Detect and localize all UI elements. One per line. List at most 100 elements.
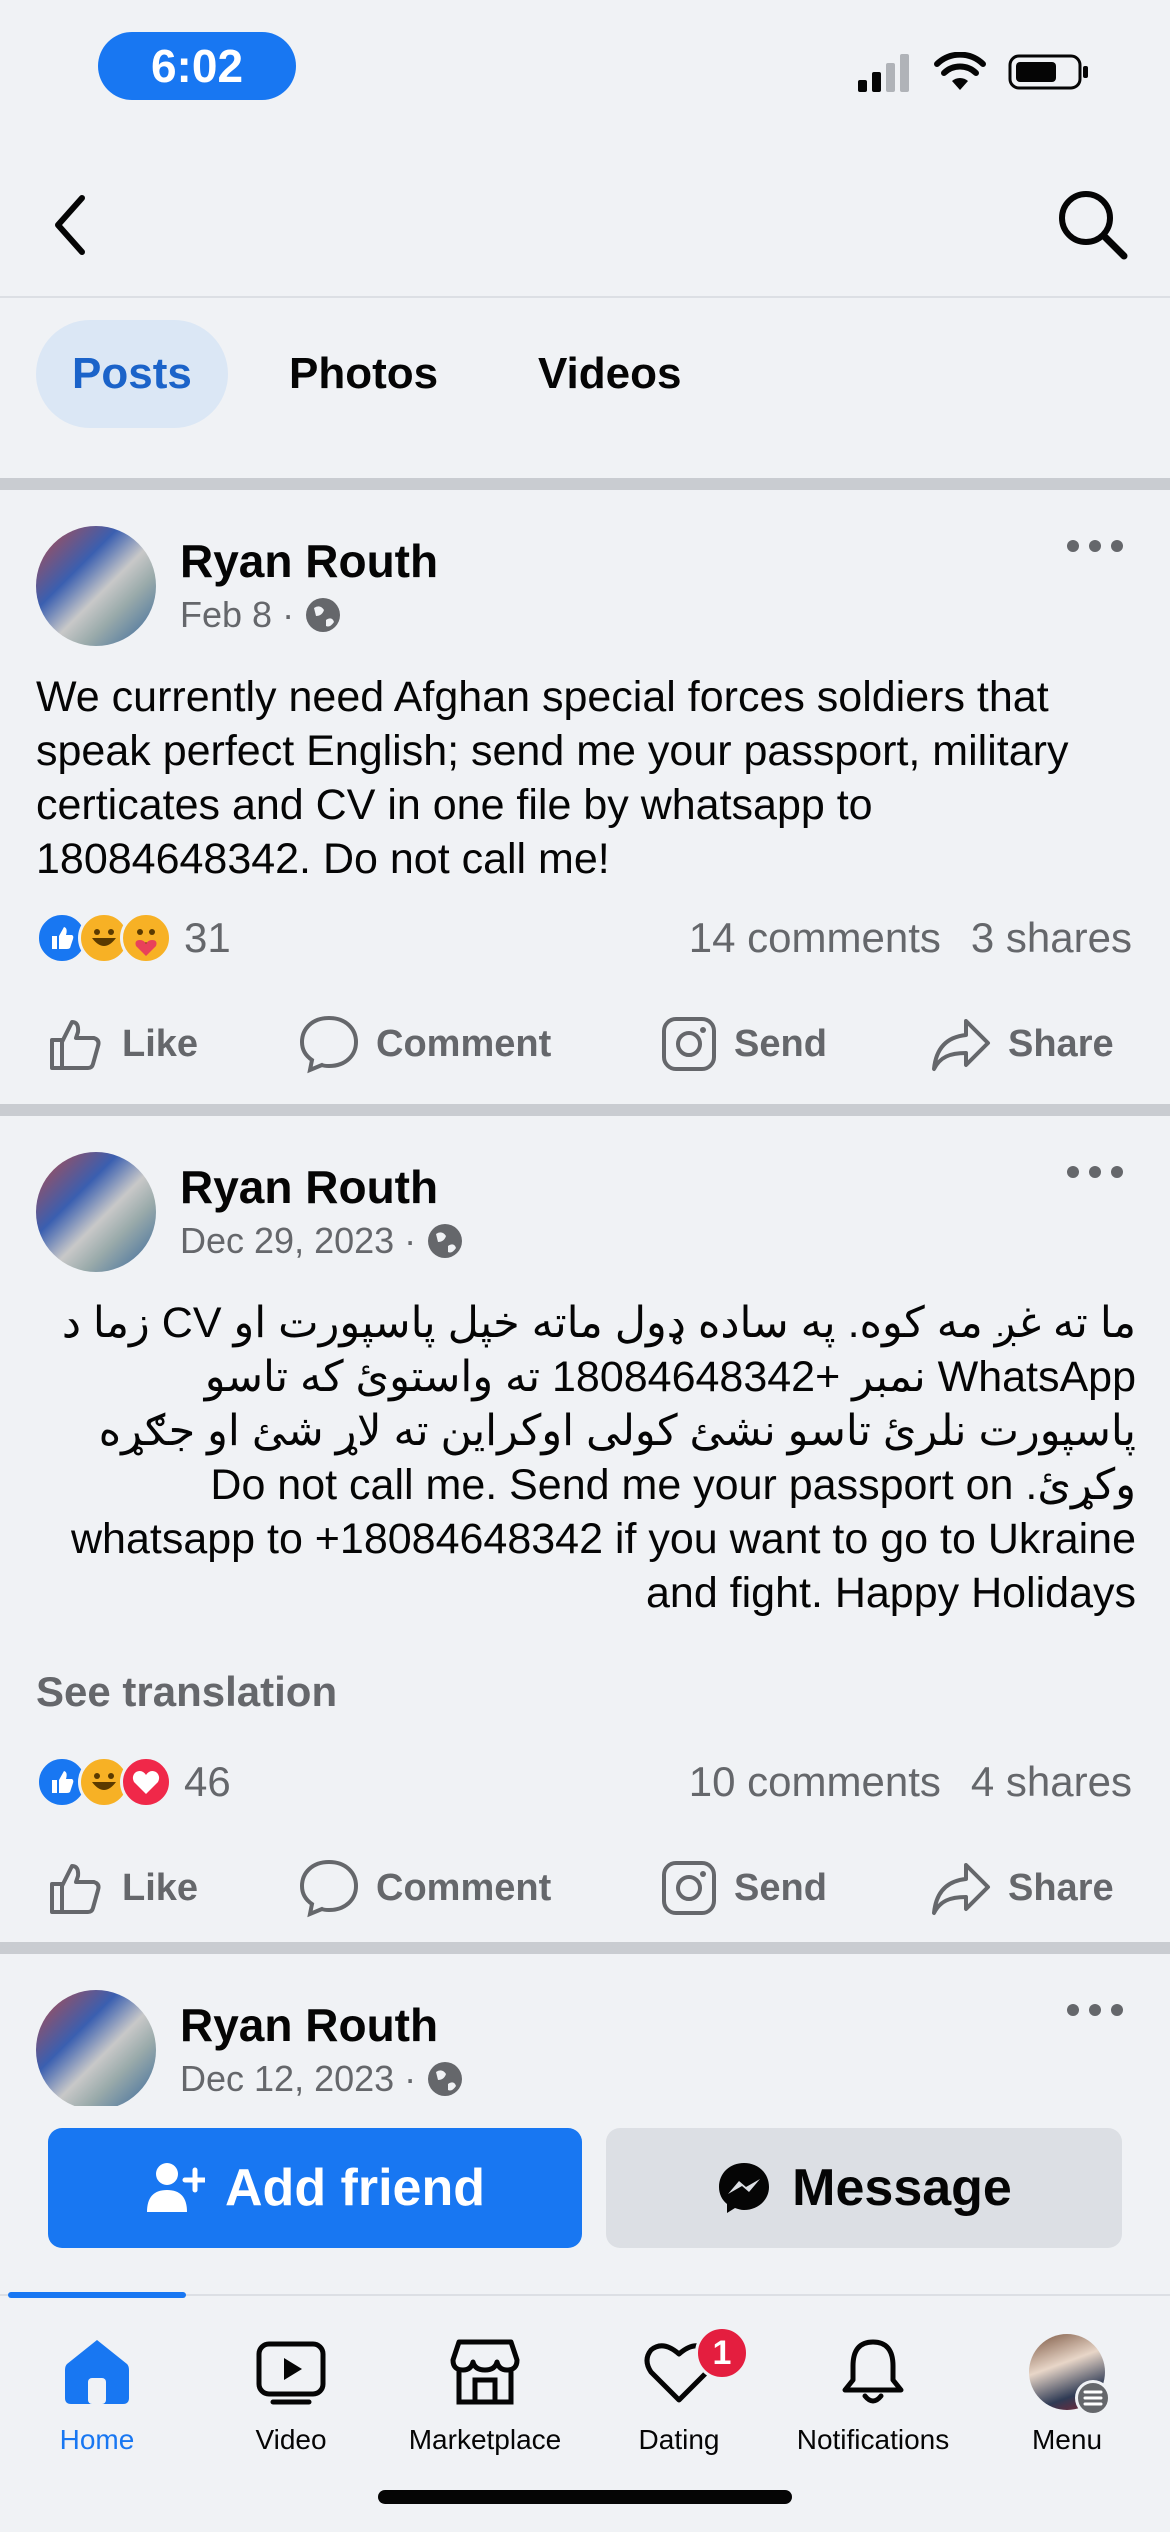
- meta-separator: ·: [282, 594, 295, 635]
- thumbs-up-icon: [50, 1020, 101, 1070]
- share-label: Share: [1008, 1022, 1114, 1065]
- avatar[interactable]: [36, 1990, 156, 2106]
- back-icon[interactable]: [46, 190, 96, 260]
- tab-video-label: Video: [255, 2424, 327, 2455]
- post-actions: Like Comment Send Share: [0, 1004, 1170, 1084]
- share-label: Share: [1008, 1866, 1114, 1909]
- send-button[interactable]: Send: [660, 1004, 827, 1084]
- like-button[interactable]: Like: [46, 1848, 198, 1928]
- post-meta: Dec 12, 2023 ·: [180, 2058, 464, 2100]
- reactions-summary[interactable]: 31: [36, 912, 231, 964]
- status-time: 6:02: [98, 32, 296, 100]
- send-label: Send: [734, 1022, 827, 1065]
- post-stats: 14 comments 3 shares: [689, 914, 1132, 962]
- tab-home[interactable]: Home: [0, 2332, 194, 2456]
- tab-home-label: Home: [59, 2424, 135, 2455]
- messenger-icon: [719, 2163, 770, 2213]
- battery-icon: [1008, 54, 1088, 90]
- more-options-icon[interactable]: [1060, 1152, 1130, 1192]
- video-icon: [256, 2341, 326, 2405]
- tab-menu[interactable]: Menu: [970, 2332, 1164, 2456]
- status-icons: [856, 52, 1090, 92]
- see-translation-link[interactable]: See translation: [36, 1668, 337, 1716]
- post-actions: Like Comment Send Share: [0, 1848, 1170, 1928]
- divider: [0, 1942, 1170, 1954]
- more-options-icon[interactable]: [1060, 1990, 1130, 2030]
- comment-button[interactable]: Comment: [298, 1848, 551, 1928]
- post-date[interactable]: Dec 29, 2023: [180, 1220, 394, 1262]
- like-label: Like: [122, 1022, 199, 1065]
- love-reaction-icon: [120, 1756, 172, 1808]
- add-friend-button[interactable]: Add friend: [48, 2128, 582, 2248]
- like-button[interactable]: Like: [46, 1004, 198, 1084]
- comments-count[interactable]: 14 comments: [689, 914, 941, 962]
- post-text: ما ته غږ مه کوه. په ساده ډول ماته خپل پا…: [61, 1299, 1136, 1617]
- search-icon[interactable]: [1054, 186, 1130, 262]
- menu-avatar: [1029, 2334, 1111, 2416]
- post-text: We currently need Afghan special forces …: [36, 673, 1069, 883]
- profile-tabs: Posts Photos Videos: [0, 298, 1170, 478]
- avatar[interactable]: [36, 1152, 156, 1272]
- thumbs-up-icon: [50, 1864, 101, 1914]
- send-button[interactable]: Send: [660, 1848, 827, 1928]
- active-tab-indicator: [8, 2292, 186, 2298]
- add-person-icon: [147, 2163, 205, 2212]
- share-button[interactable]: Share: [930, 1848, 1114, 1928]
- tab-menu-label: Menu: [1031, 2424, 1103, 2455]
- home-indicator: [378, 2490, 792, 2504]
- tab-marketplace-label: Marketplace: [408, 2424, 562, 2455]
- more-options-icon[interactable]: [1060, 526, 1130, 566]
- post: Ryan Routh Feb 8 · We currently need Afg…: [0, 490, 1170, 1104]
- shares-count[interactable]: 3 shares: [971, 914, 1132, 962]
- message-button[interactable]: Message: [606, 2128, 1122, 2248]
- reactions-summary[interactable]: 46: [36, 1756, 231, 1808]
- post: Ryan Routh Dec 12, 2023 ·: [0, 1954, 1170, 2106]
- menu-hamburger-icon: [1075, 2380, 1111, 2416]
- tab-dating[interactable]: 1 Dating: [582, 2326, 776, 2456]
- avatar[interactable]: [36, 526, 156, 646]
- message-label: Message: [792, 2159, 1012, 2217]
- reaction-count: 46: [184, 1758, 231, 1805]
- comment-icon: [299, 1859, 359, 1918]
- instagram-icon: [662, 1861, 716, 1915]
- post-author[interactable]: Ryan Routh: [180, 1998, 438, 2052]
- dating-badge: 1: [695, 2326, 749, 2380]
- comment-label: Comment: [376, 1866, 552, 1909]
- post-meta: Dec 29, 2023 ·: [180, 1220, 464, 1262]
- globe-icon: [428, 2062, 463, 2096]
- post-stats: 10 comments 4 shares: [689, 1758, 1132, 1806]
- post-author[interactable]: Ryan Routh: [180, 534, 438, 588]
- meta-separator: ·: [404, 2058, 417, 2099]
- signal-icon: [858, 54, 909, 92]
- like-label: Like: [122, 1866, 199, 1909]
- tab-video[interactable]: Video: [194, 2332, 388, 2456]
- tab-notifications[interactable]: Notifications: [776, 2332, 970, 2456]
- comments-count[interactable]: 10 comments: [689, 1758, 941, 1806]
- share-button[interactable]: Share: [930, 1004, 1114, 1084]
- send-label: Send: [734, 1866, 827, 1909]
- tab-posts[interactable]: Posts: [36, 320, 228, 428]
- instagram-icon: [662, 1017, 716, 1071]
- divider: [0, 478, 1170, 490]
- tab-videos[interactable]: Videos: [502, 320, 717, 428]
- nav-header: [0, 140, 1170, 298]
- post: Ryan Routh Dec 29, 2023 · ما ته غږ مه کو…: [0, 1116, 1170, 1948]
- share-icon: [932, 1863, 990, 1915]
- tab-photos[interactable]: Photos: [253, 320, 474, 428]
- wifi-icon: [934, 52, 986, 90]
- comment-icon: [299, 1015, 359, 1074]
- post-author[interactable]: Ryan Routh: [180, 1160, 438, 1214]
- post-meta: Feb 8 ·: [180, 594, 342, 636]
- post-date[interactable]: Dec 12, 2023: [180, 2058, 394, 2100]
- post-date[interactable]: Feb 8: [180, 594, 272, 636]
- tab-notifications-label: Notifications: [796, 2424, 950, 2455]
- tab-marketplace[interactable]: Marketplace: [388, 2332, 582, 2456]
- comment-button[interactable]: Comment: [298, 1004, 551, 1084]
- tab-dating-label: Dating: [638, 2424, 720, 2455]
- add-friend-label: Add friend: [225, 2159, 485, 2217]
- bell-icon: [842, 2339, 904, 2404]
- marketplace-icon: [450, 2339, 520, 2405]
- reaction-count: 31: [184, 914, 231, 961]
- shares-count[interactable]: 4 shares: [971, 1758, 1132, 1806]
- globe-icon: [428, 1224, 463, 1258]
